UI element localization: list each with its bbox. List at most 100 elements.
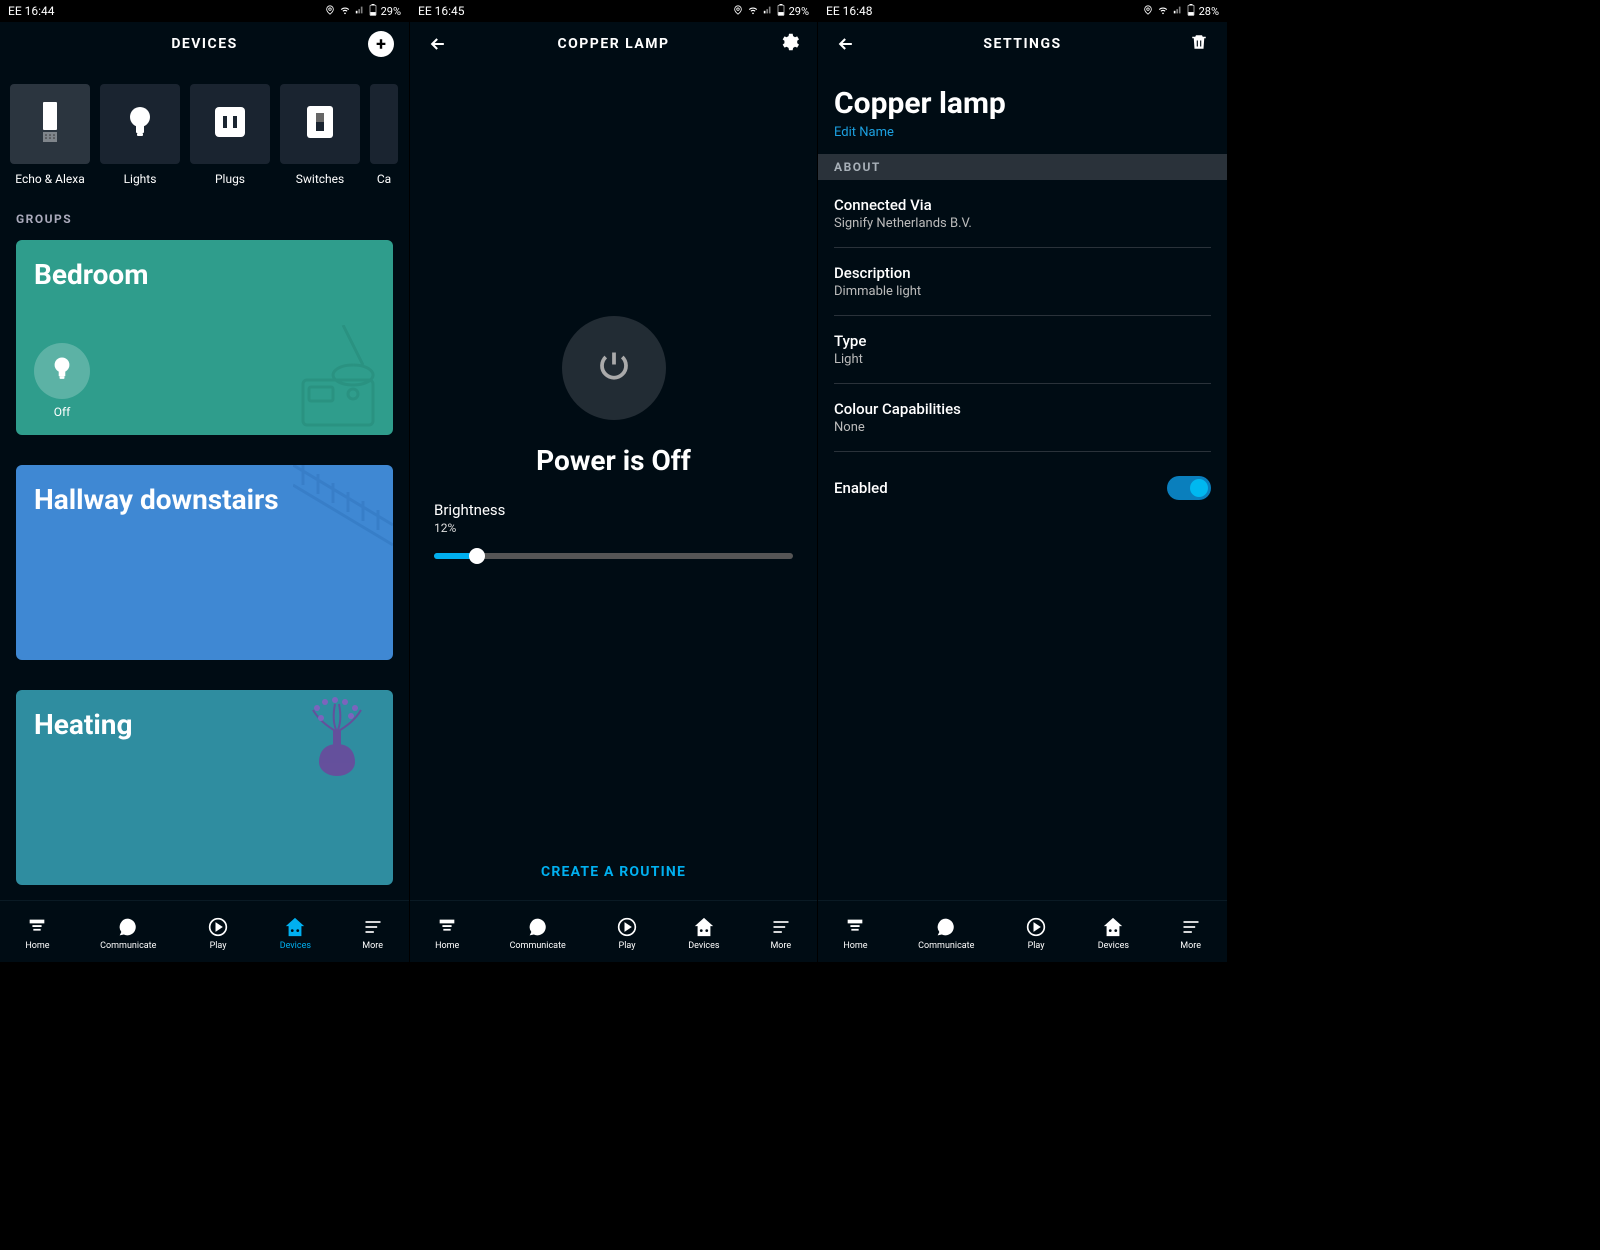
nav-play[interactable]: Play — [207, 916, 229, 951]
nav-more[interactable]: More — [1180, 916, 1202, 951]
wifi-icon — [747, 5, 759, 18]
home-icon — [844, 916, 866, 938]
group-title: Bedroom — [34, 258, 375, 291]
app-header: COPPER LAMP — [410, 22, 817, 66]
devices-screen: EE 16:44 29% DEVICES + — [0, 0, 410, 962]
page-title: COPPER LAMP — [452, 36, 775, 52]
gear-icon — [778, 31, 800, 57]
power-icon — [596, 348, 632, 388]
create-routine-button[interactable]: CREATE A ROUTINE — [410, 844, 817, 900]
enabled-toggle[interactable] — [1167, 476, 1211, 500]
battery-icon — [777, 4, 785, 19]
nav-home[interactable]: Home — [843, 916, 867, 951]
bulb-icon — [51, 355, 73, 387]
about-description: Description Dimmable light — [834, 248, 1211, 316]
more-icon — [770, 916, 792, 938]
devices-icon — [693, 916, 715, 938]
nav-devices[interactable]: Devices — [688, 916, 719, 951]
nav-play[interactable]: Play — [616, 916, 638, 951]
off-label: Off — [54, 405, 71, 419]
home-icon — [26, 916, 48, 938]
group-bedroom[interactable]: Bedroom Off — [16, 240, 393, 435]
back-button[interactable] — [424, 30, 452, 58]
bulb-icon — [127, 105, 153, 143]
category-lights[interactable]: Lights — [100, 84, 180, 186]
play-icon — [616, 916, 638, 938]
device-name: Copper lamp — [834, 86, 1211, 121]
brightness-label: Brightness — [434, 501, 793, 519]
power-status-text: Power is Off — [536, 444, 691, 477]
status-carrier-time: EE 16:48 — [826, 4, 873, 18]
nav-communicate[interactable]: Communicate — [510, 916, 566, 951]
category-label: Plugs — [215, 172, 245, 186]
group-heating[interactable]: Heating — [16, 690, 393, 885]
nav-communicate[interactable]: Communicate — [100, 916, 156, 951]
device-detail-screen: EE 16:45 29% COPPER LAMP Power is — [410, 0, 818, 962]
settings-button[interactable] — [775, 30, 803, 58]
enabled-label: Enabled — [834, 479, 888, 497]
bottom-nav: Home Communicate Play Devices More — [818, 900, 1227, 962]
add-button[interactable]: + — [367, 30, 395, 58]
nav-home[interactable]: Home — [25, 916, 49, 951]
nav-home[interactable]: Home — [435, 916, 459, 951]
about-colour-capabilities: Colour Capabilities None — [834, 384, 1211, 452]
app-header: SETTINGS — [818, 22, 1227, 66]
echo-icon — [37, 102, 63, 146]
status-right: 29% — [733, 4, 809, 19]
battery-pct: 28% — [1199, 5, 1219, 18]
nav-devices[interactable]: Devices — [1098, 916, 1129, 951]
battery-icon — [1187, 4, 1195, 19]
category-label: Switches — [296, 172, 344, 186]
brightness-value: 12% — [434, 521, 793, 535]
home-icon — [436, 916, 458, 938]
nav-communicate[interactable]: Communicate — [918, 916, 974, 951]
group-hallway-downstairs[interactable]: Hallway downstairs — [16, 465, 393, 660]
back-button[interactable] — [832, 30, 860, 58]
bottom-nav: Home Communicate Play Devices More — [410, 900, 817, 962]
status-carrier-time: EE 16:45 — [418, 4, 465, 18]
signal-icon — [763, 5, 773, 18]
page-title: SETTINGS — [860, 36, 1185, 52]
battery-pct: 29% — [789, 5, 809, 18]
communicate-icon — [935, 916, 957, 938]
bedroom-decoration — [253, 325, 383, 415]
delete-button[interactable] — [1185, 30, 1213, 58]
page-title: DEVICES — [42, 36, 367, 52]
plug-icon — [213, 105, 247, 143]
signal-icon — [355, 5, 365, 18]
groups-section-label: GROUPS — [0, 198, 409, 234]
trash-icon — [1190, 32, 1208, 56]
category-row: Echo & Alexa Lights Plugs — [0, 66, 409, 198]
category-label: Lights — [124, 172, 157, 186]
slider-thumb[interactable] — [469, 548, 485, 564]
status-right: 28% — [1143, 4, 1219, 19]
signal-icon — [1173, 5, 1183, 18]
more-icon — [1180, 916, 1202, 938]
category-cameras-partial[interactable]: Ca — [370, 84, 398, 186]
communicate-icon — [117, 916, 139, 938]
about-connected-via[interactable]: Connected Via Signify Netherlands B.V. — [834, 180, 1211, 248]
wifi-icon — [1157, 5, 1169, 18]
category-switches[interactable]: Switches — [280, 84, 360, 186]
category-echo-alexa[interactable]: Echo & Alexa — [10, 84, 90, 186]
battery-pct: 29% — [381, 5, 401, 18]
bottom-nav: Home Communicate Play Devices More — [0, 900, 409, 962]
nav-more[interactable]: More — [770, 916, 792, 951]
play-icon — [207, 916, 229, 938]
battery-icon — [369, 4, 377, 19]
brightness-slider[interactable] — [434, 553, 793, 559]
settings-screen: EE 16:48 28% SETTINGS Copper lamp Edit N… — [818, 0, 1228, 962]
group-light-off-button[interactable]: Off — [34, 343, 90, 419]
status-bar: EE 16:48 28% — [818, 0, 1227, 22]
nav-devices[interactable]: Devices — [280, 916, 311, 951]
status-right: 29% — [325, 4, 401, 19]
location-icon — [325, 5, 335, 18]
edit-name-link[interactable]: Edit Name — [834, 125, 1211, 140]
location-icon — [1143, 5, 1153, 18]
category-label: Ca — [377, 172, 391, 186]
power-button[interactable] — [562, 316, 666, 420]
communicate-icon — [527, 916, 549, 938]
category-plugs[interactable]: Plugs — [190, 84, 270, 186]
nav-play[interactable]: Play — [1025, 916, 1047, 951]
nav-more[interactable]: More — [362, 916, 384, 951]
